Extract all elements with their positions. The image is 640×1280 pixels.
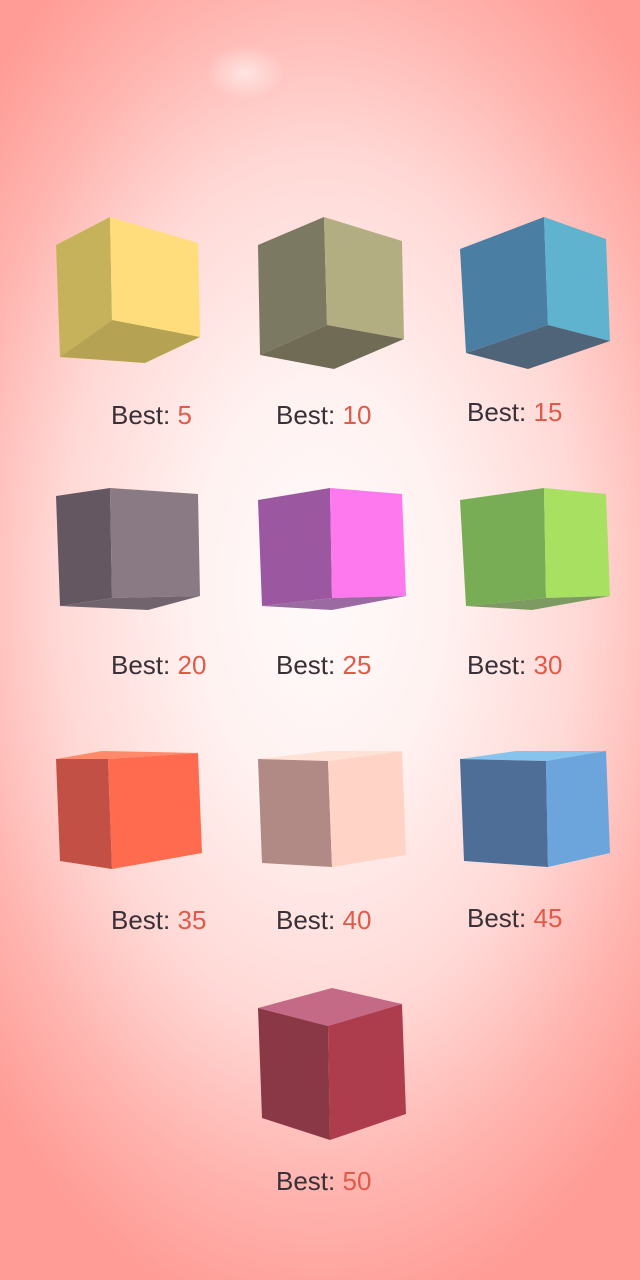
skin-cube-3[interactable]: Best: 15	[432, 205, 632, 445]
skin-cube-5[interactable]: Best: 25	[232, 480, 432, 720]
best-score-label: Best: 30	[467, 650, 563, 680]
cube-icon	[56, 488, 200, 610]
best-score-value: 45	[533, 903, 563, 933]
cube-icon	[258, 217, 404, 369]
skin-cube-4[interactable]: Best: 20	[30, 480, 230, 720]
cube-icon	[56, 751, 202, 869]
skin-cube-8[interactable]: Best: 40	[232, 745, 432, 985]
cube-icon	[258, 751, 406, 867]
background-glare	[205, 45, 285, 100]
best-score-value: 50	[342, 1166, 372, 1196]
best-score-value: 40	[342, 905, 372, 935]
best-score-value: 35	[177, 905, 207, 935]
best-score-label: Best: 45	[467, 903, 563, 933]
best-score-value: 5	[177, 400, 192, 430]
cube-icon	[258, 488, 406, 610]
skin-cube-7[interactable]: Best: 35	[22, 745, 222, 985]
best-score-value: 10	[342, 400, 372, 430]
best-score-value: 30	[533, 650, 563, 680]
cube-icon	[258, 988, 406, 1140]
skin-cube-10[interactable]: Best: 50	[232, 980, 432, 1220]
skin-cube-2[interactable]: Best: 10	[232, 205, 432, 445]
best-score-label: Best: 15	[467, 397, 563, 427]
skin-cube-1[interactable]: Best: 5	[30, 205, 230, 445]
cube-icon	[460, 751, 610, 867]
cube-icon	[460, 488, 610, 610]
best-score-value: 25	[342, 650, 372, 680]
cube-icon	[460, 217, 610, 369]
skin-cube-6[interactable]: Best: 30	[432, 480, 632, 720]
best-score-value: 15	[533, 397, 563, 427]
cube-icon	[56, 217, 200, 363]
skin-cube-9[interactable]: Best: 45	[432, 745, 632, 985]
best-score-value: 20	[177, 650, 207, 680]
best-score-label: Best: 50	[276, 1166, 372, 1196]
